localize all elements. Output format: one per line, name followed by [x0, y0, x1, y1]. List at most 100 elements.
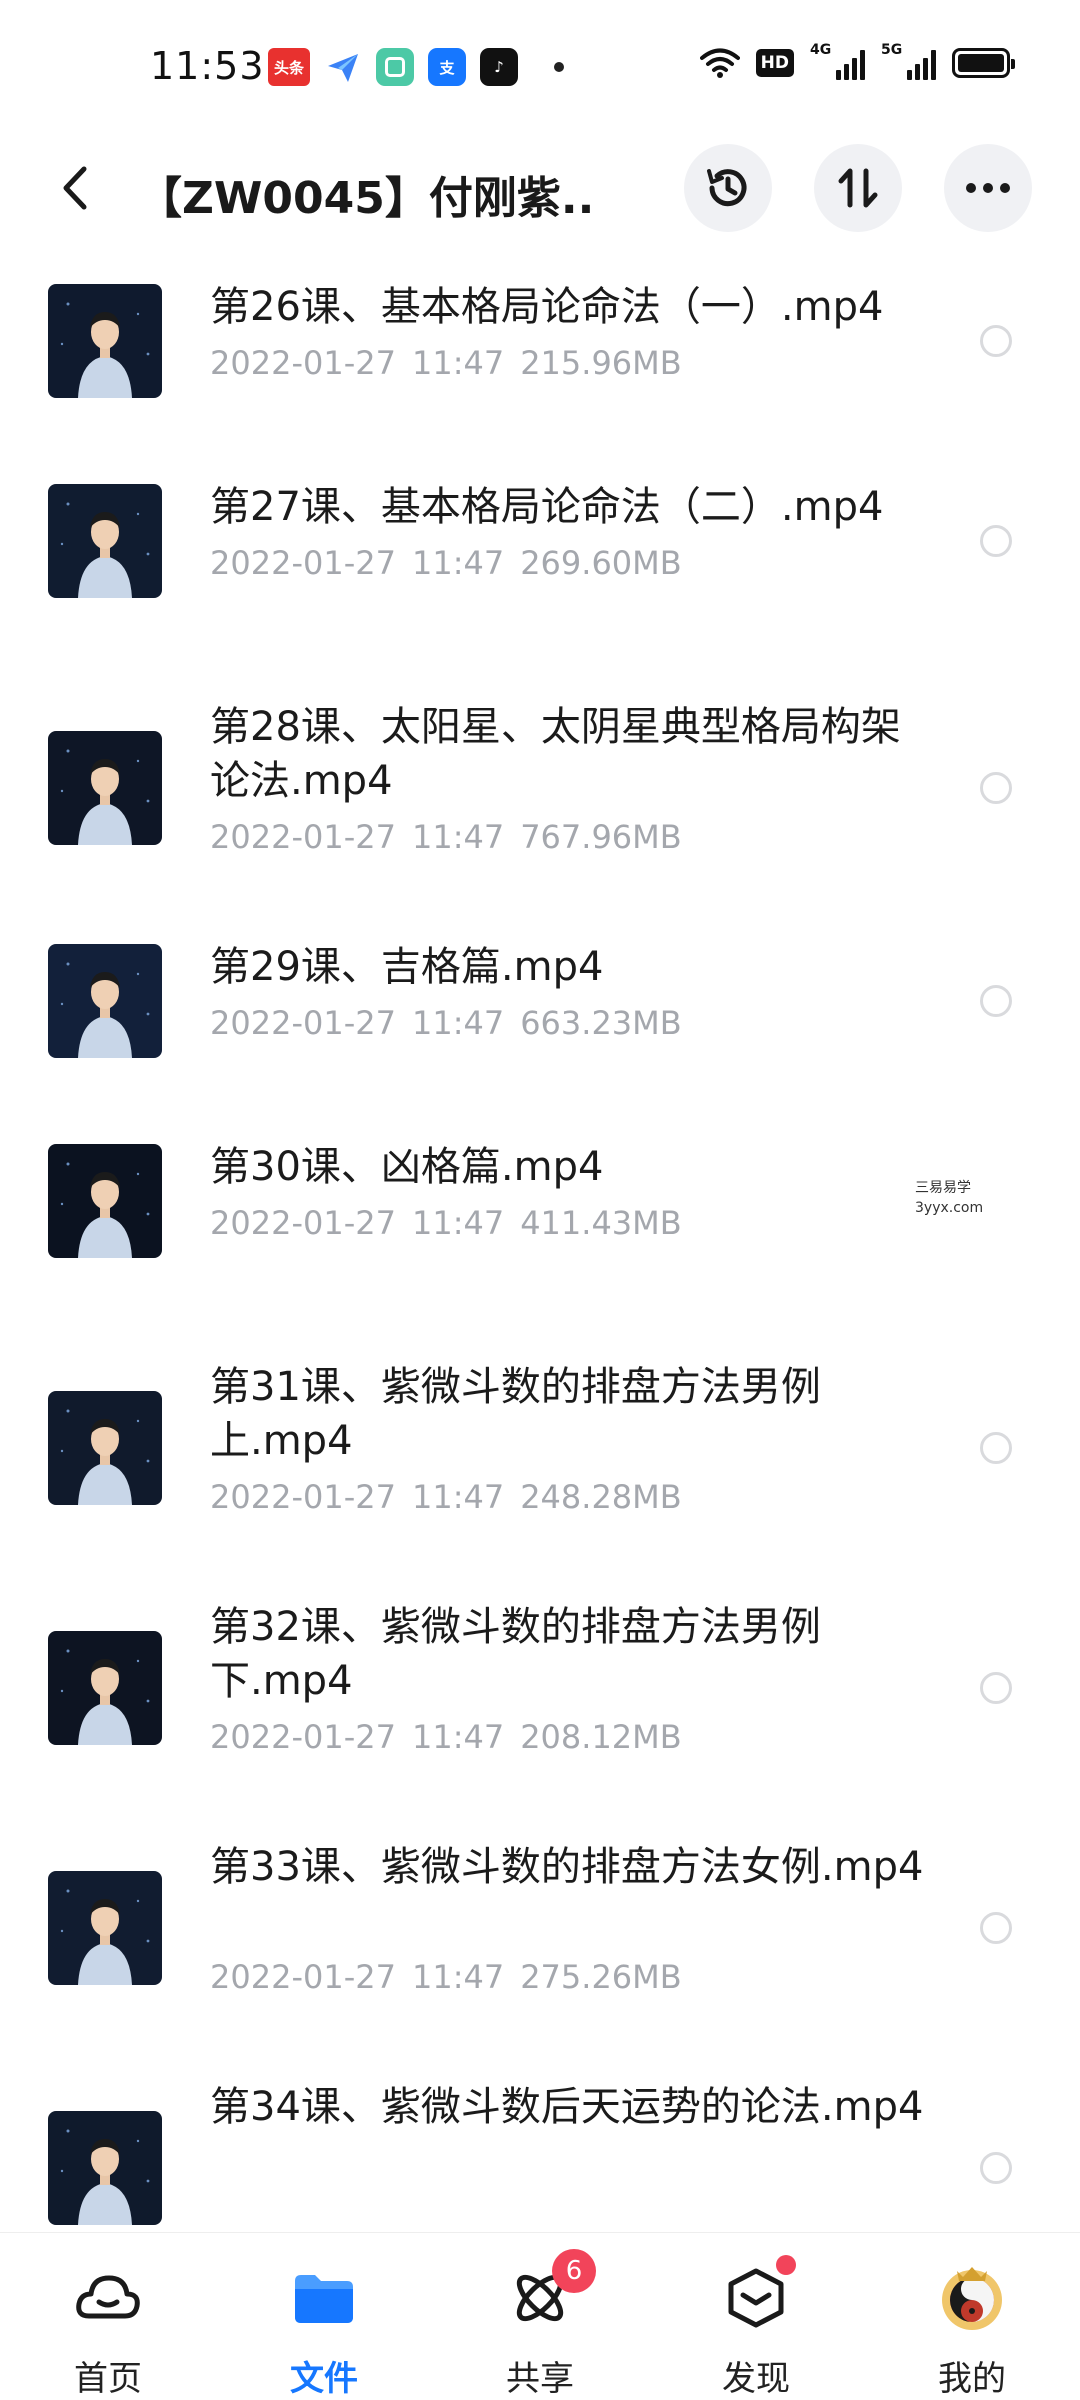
hd-voice-badge: HD	[755, 49, 794, 77]
nav-discover-label: 发现	[722, 2359, 790, 2399]
green-app-icon	[376, 48, 414, 86]
file-meta: 2022-01-27 11:47 269.60MB	[210, 544, 682, 582]
nav-home-label: 首页	[74, 2359, 142, 2399]
nav-home[interactable]: 首页	[28, 2233, 188, 2400]
file-meta: 2022-01-27 11:47 411.43MB	[210, 1204, 682, 1242]
file-date: 2022-01-27	[210, 1718, 396, 1756]
file-size: 767.96MB	[520, 818, 682, 856]
file-row[interactable]: 第26课、基本格局论命法（一）.mp4 2022-01-27 11:47 215.96…	[0, 280, 1080, 450]
file-meta: 2022-01-27 11:47 248.28MB	[210, 1478, 682, 1516]
file-date: 2022-01-27	[210, 818, 396, 856]
file-name: 第31课、紫微斗数的排盘方法男例上.mp4	[210, 1364, 821, 1464]
select-radio[interactable]	[980, 772, 1012, 804]
video-thumbnail	[48, 484, 162, 598]
wifi-icon	[699, 48, 740, 78]
file-time: 11:47	[411, 1718, 505, 1756]
nav-files[interactable]: 文件	[244, 2233, 404, 2400]
video-thumbnail	[48, 284, 162, 398]
share-badge: 6	[552, 2249, 596, 2293]
file-name: 第33课、紫微斗数的排盘方法女例.mp4	[210, 1844, 924, 1890]
file-row[interactable]: 第29课、吉格篇.mp4 2022-01-27 11:47 663.23MB	[0, 940, 1080, 1110]
video-thumbnail	[48, 1871, 162, 1985]
system-status-icons: HD 4G 5G	[699, 42, 1015, 80]
battery-icon	[952, 48, 1015, 78]
file-size: 208.12MB	[520, 1718, 682, 1756]
file-time: 11:47	[411, 1204, 505, 1242]
back-button[interactable]	[50, 160, 100, 216]
file-row[interactable]: 第31课、紫微斗数的排盘方法男例上.mp4 2022-01-27 11:47 248.…	[0, 1360, 1080, 1590]
history-button[interactable]	[684, 144, 772, 232]
file-date: 2022-01-27	[210, 1004, 396, 1042]
page-title: 【ZW0045】付刚紫...	[138, 173, 598, 224]
status-time: 11:53	[150, 44, 265, 88]
select-radio[interactable]	[980, 1912, 1012, 1944]
select-radio[interactable]	[980, 1672, 1012, 1704]
discover-notification-dot	[776, 2255, 796, 2275]
file-meta: 2022-01-27 11:47 767.96MB	[210, 818, 682, 856]
cube-icon	[721, 2265, 791, 2331]
file-size: 269.60MB	[520, 544, 682, 582]
cloud-icon	[73, 2265, 143, 2331]
file-name: 第26课、基本格局论命法（一）.mp4	[210, 284, 884, 330]
select-radio[interactable]	[980, 325, 1012, 357]
nav-share[interactable]: 6 共享	[460, 2233, 620, 2400]
file-row[interactable]: 第33课、紫微斗数的排盘方法女例.mp4 2022-01-27 11:47 275.2…	[0, 1840, 1080, 2070]
douyin-app-icon: ♪	[480, 48, 518, 86]
more-options-button[interactable]	[944, 144, 1032, 232]
sort-arrows-icon	[838, 168, 878, 208]
avatar	[937, 2265, 1007, 2331]
select-radio[interactable]	[980, 985, 1012, 1017]
file-name: 第32课、紫微斗数的排盘方法男例下.mp4	[210, 1604, 821, 1704]
signal-4g-icon: 4G	[810, 42, 865, 80]
folder-icon	[289, 2265, 359, 2331]
file-row[interactable]: 第28课、太阳星、太阴星典型格局构架论法.mp4 2022-01-27 11:47 7…	[0, 700, 1080, 930]
file-size: 663.23MB	[520, 1004, 682, 1042]
nav-profile-label: 我的	[938, 2359, 1006, 2399]
title-bar: 【ZW0045】付刚紫...	[0, 140, 1080, 236]
video-thumbnail	[48, 731, 162, 845]
video-thumbnail	[48, 1391, 162, 1505]
chevron-left-icon	[63, 166, 87, 210]
file-time: 11:47	[411, 344, 505, 382]
nav-share-label: 共享	[506, 2359, 574, 2399]
bottom-navigation: 首页 文件 6 共享 发现 我的	[0, 2232, 1080, 2400]
file-meta: 2022-01-27 11:47 215.96MB	[210, 344, 682, 382]
file-row[interactable]: 第27课、基本格局论命法（二）.mp4 2022-01-27 11:47 269.60…	[0, 480, 1080, 650]
file-date: 2022-01-27	[210, 1958, 396, 1996]
nav-profile[interactable]: 我的	[892, 2233, 1052, 2400]
select-radio[interactable]	[980, 1432, 1012, 1464]
video-thumbnail	[48, 1631, 162, 1745]
file-meta: 2022-01-27 11:47 208.12MB	[210, 1718, 682, 1756]
file-size: 275.26MB	[520, 1958, 682, 1996]
select-radio[interactable]	[980, 2152, 1012, 2184]
sort-button[interactable]	[814, 144, 902, 232]
file-time: 11:47	[411, 544, 505, 582]
more-notifications-dot	[554, 62, 564, 72]
file-name: 第29课、吉格篇.mp4	[210, 944, 604, 990]
select-radio[interactable]	[980, 525, 1012, 557]
file-time: 11:47	[411, 1958, 505, 1996]
video-thumbnail	[48, 944, 162, 1058]
watermark-line-2: 3yyx.com	[915, 1200, 984, 1216]
file-date: 2022-01-27	[210, 1478, 396, 1516]
file-size: 215.96MB	[520, 344, 682, 382]
toutiao-app-icon: 头条	[268, 48, 310, 86]
file-date: 2022-01-27	[210, 344, 396, 382]
status-bar: 11:53 头条 支 ♪ HD 4G 5G	[0, 0, 1080, 130]
video-thumbnail	[48, 1144, 162, 1258]
file-size: 411.43MB	[520, 1204, 682, 1242]
file-name: 第34课、紫微斗数后天运势的论法.mp4	[210, 2084, 924, 2130]
file-date: 2022-01-27	[210, 544, 396, 582]
file-meta: 2022-01-27 11:47 663.23MB	[210, 1004, 682, 1042]
file-row[interactable]: 第32课、紫微斗数的排盘方法男例下.mp4 2022-01-27 11:47 208.…	[0, 1600, 1080, 1830]
nav-files-label: 文件	[290, 2359, 358, 2399]
more-dots-icon	[966, 183, 1010, 193]
nav-discover[interactable]: 发现	[676, 2233, 836, 2400]
feishu-app-icon	[324, 48, 362, 86]
file-time: 11:47	[411, 1004, 505, 1042]
alipay-app-icon: 支	[428, 48, 466, 86]
file-time: 11:47	[411, 818, 505, 856]
file-meta: 2022-01-27 11:47 275.26MB	[210, 1958, 682, 1996]
watermark-line-1: 三易易学	[915, 1180, 971, 1196]
notification-icons: 头条 支 ♪	[268, 48, 564, 86]
